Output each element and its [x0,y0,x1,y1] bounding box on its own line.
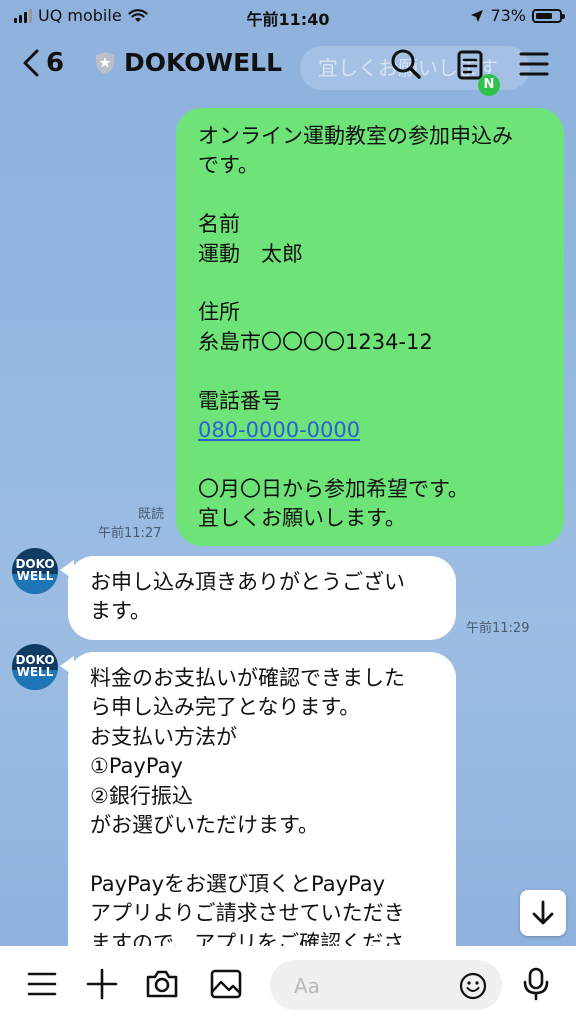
message-line: 運動 太郎 [198,241,303,266]
chat-header: 6 宜しくお願いします DOKOWELL N [0,32,576,100]
message-line: 糸島市〇〇〇〇1234-12 [198,329,433,354]
message-input-bar [0,946,576,1024]
menu-icon[interactable] [24,966,60,1002]
search-icon[interactable] [388,46,424,82]
scroll-to-bottom-button[interactable] [520,890,566,936]
message-line: 〇月〇日から参加希望です。 [198,476,469,501]
message-line: がお選びいただけます。 [90,813,319,838]
avatar-text: WELL [16,665,54,679]
shield-icon [96,51,114,74]
message-line: オンライン運動教室の参加申込み [198,124,513,148]
incoming-message-bubble: お申し込み頂きありがとうござい ます。 [68,556,456,640]
unread-count: 6 [46,48,65,78]
incoming-message-bubble: 料金のお支払いが確認できました ら申し込み完了となります。 お支払い方法が ①P… [68,652,456,952]
message-line [198,445,544,474]
message-line: ら申し込み完了となります。 [90,695,361,720]
message-input-field[interactable] [270,960,502,1010]
message-line: 名前 [198,212,240,237]
message-line [198,269,544,298]
microphone-icon[interactable] [518,966,554,1002]
message-line [90,840,438,869]
image-icon[interactable] [208,966,244,1002]
avatar-text: WELL [16,569,54,583]
status-right: 73% [470,6,565,25]
message-line [198,181,544,210]
message-timestamp: 午前11:27 [98,526,162,541]
message-line: です。 [198,153,259,178]
back-button[interactable]: 6 [20,48,64,78]
emoji-icon[interactable] [458,971,488,1001]
battery-icon [532,8,565,23]
message-line: 宜しくお願いします。 [198,506,406,531]
plus-icon[interactable] [84,966,120,1002]
chat-title[interactable]: DOKOWELL [94,48,282,77]
message-line: PayPayをお選び頂くとPayPay [90,871,386,896]
location-arrow-icon [471,9,484,22]
read-receipt: 既読 [138,507,165,522]
message-line [198,357,544,386]
message-line: お支払い方法が [90,724,237,749]
message-line: お申し込み頂きありがとうござい [90,570,405,594]
message-line: アプリよりご請求させていただき [90,901,405,926]
message-timestamp: 午前11:29 [466,621,530,636]
status-bar: UQ mobile 午前11:40 73% [0,0,576,32]
avatar[interactable]: DOKO WELL [12,644,58,690]
camera-icon[interactable] [144,966,180,1002]
message-line: ます。 [90,599,151,624]
phone-link[interactable]: 080-0000-0000 [198,418,360,442]
message-input[interactable] [292,972,446,1000]
message-line: ②銀行振込 [90,783,193,808]
chevron-left-icon [23,49,39,77]
outgoing-message-bubble: オンライン運動教室の参加申込み です。 名前 運動 太郎 住所 糸島市〇〇〇〇1… [176,108,564,546]
message-line: 料金のお支払いが確認できました [90,666,405,690]
avatar[interactable]: DOKO WELL [12,548,58,594]
message-line: ①PayPay [90,754,183,779]
arrow-down-icon [532,900,554,925]
notification-badge: N [478,74,500,96]
battery-percent: 73% [490,6,526,25]
menu-icon[interactable] [516,46,552,82]
message-line: 電話番号 [198,388,282,413]
chat-title-text: DOKOWELL [124,48,283,77]
message-line: 住所 [198,300,240,325]
